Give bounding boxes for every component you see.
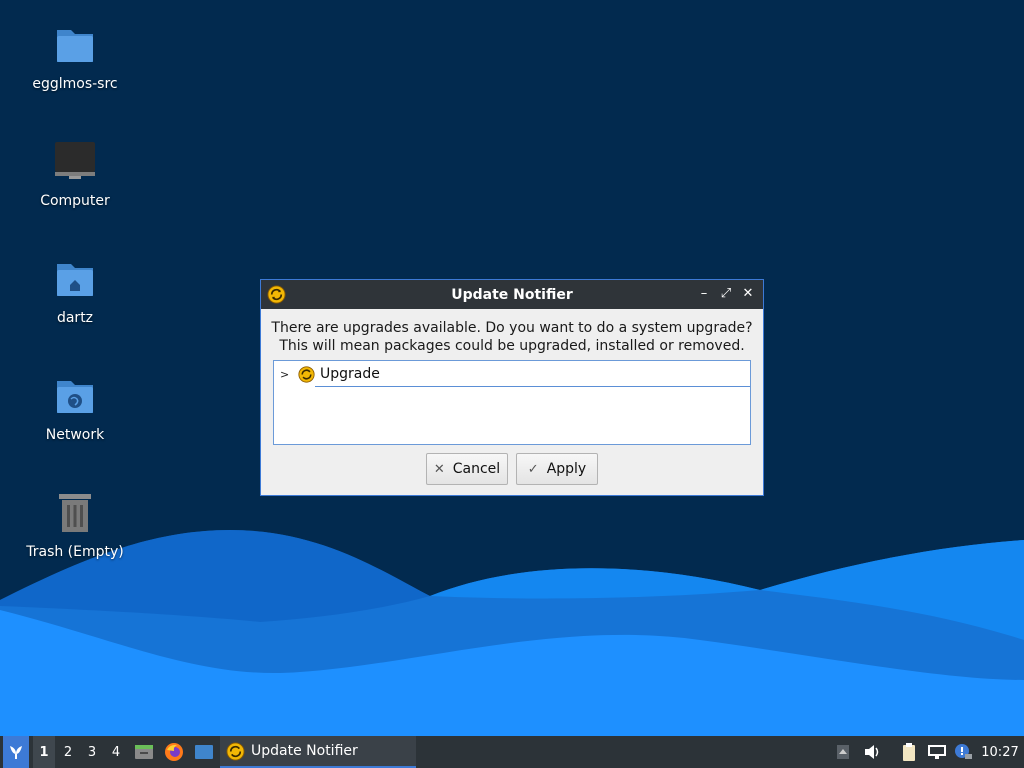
network-folder-icon bbox=[51, 373, 99, 421]
update-notifier-icon bbox=[267, 285, 286, 304]
task-label: Update Notifier bbox=[251, 743, 358, 759]
desktop-icon-dartz[interactable]: dartz bbox=[15, 256, 135, 326]
message-line-1: There are upgrades available. Do you wan… bbox=[271, 320, 753, 336]
computer-icon bbox=[51, 139, 99, 187]
desktop-icon-label: Network bbox=[45, 427, 105, 443]
home-folder-icon bbox=[51, 256, 99, 304]
tree-item-upgrade[interactable]: > Upgrade bbox=[274, 361, 750, 387]
start-menu-icon bbox=[10, 746, 22, 759]
taskbar: 1 2 3 4 Update Notifier 10:27 bbox=[0, 736, 1024, 768]
desktop-icon-trash[interactable]: Trash (Empty) bbox=[15, 490, 135, 560]
upgrade-tree-view[interactable]: > Upgrade bbox=[273, 360, 751, 445]
volume-icon bbox=[865, 745, 879, 759]
desktop-icon-label: Computer bbox=[40, 193, 110, 209]
firefox-launcher[interactable] bbox=[162, 736, 186, 768]
dialog-titlebar[interactable]: Update Notifier – ⤢ ✕ bbox=[261, 280, 763, 309]
tree-item-label: Upgrade bbox=[320, 366, 380, 382]
message-line-2: This will mean packages could be upgrade… bbox=[279, 338, 745, 354]
folder-icon bbox=[51, 22, 99, 70]
desktop-icon-label: egglmos-src bbox=[32, 76, 118, 92]
volume-button[interactable] bbox=[861, 736, 883, 768]
chevron-right-icon[interactable]: > bbox=[280, 368, 294, 381]
dialog-title: Update Notifier bbox=[451, 286, 573, 303]
workspace-1[interactable]: 1 bbox=[33, 736, 55, 768]
start-menu-button[interactable] bbox=[3, 736, 29, 768]
desktop-icon-label: Trash (Empty) bbox=[26, 544, 124, 560]
trash-icon bbox=[51, 490, 99, 538]
network-wired-icon bbox=[928, 745, 946, 759]
clock[interactable]: 10:27 bbox=[978, 736, 1022, 768]
update-notifier-icon bbox=[226, 741, 245, 761]
firefox-icon bbox=[165, 743, 183, 761]
apply-button[interactable]: ✓ Apply bbox=[516, 453, 598, 485]
update-notifier-icon bbox=[298, 365, 315, 383]
maximize-icon[interactable]: ⤢ bbox=[717, 285, 735, 303]
minimize-icon[interactable]: – bbox=[695, 285, 713, 303]
desktop-icon bbox=[195, 745, 213, 759]
close-icon[interactable]: ✕ bbox=[739, 285, 757, 303]
clipboard-icon bbox=[903, 743, 915, 761]
cancel-button[interactable]: ✕ Cancel bbox=[426, 453, 508, 485]
workspace-2[interactable]: 2 bbox=[57, 736, 79, 768]
file-manager-icon bbox=[135, 745, 153, 759]
desktop-icon-label: dartz bbox=[56, 310, 94, 326]
selection-underline bbox=[315, 386, 750, 387]
desktop-icon-computer[interactable]: Computer bbox=[15, 139, 135, 209]
checkmark-icon: ✓ bbox=[527, 461, 539, 477]
cancel-button-label: Cancel bbox=[452, 461, 501, 477]
workspace-4[interactable]: 4 bbox=[105, 736, 127, 768]
close-icon: ✕ bbox=[433, 461, 445, 477]
tray-arrow-button[interactable] bbox=[834, 736, 852, 768]
update-indicator[interactable] bbox=[952, 736, 974, 768]
file-manager-launcher[interactable] bbox=[132, 736, 156, 768]
apply-button-label: Apply bbox=[546, 461, 587, 477]
clipboard-button[interactable] bbox=[898, 736, 920, 768]
update-alert-icon bbox=[955, 744, 972, 759]
dialog-message: There are upgrades available. Do you wan… bbox=[261, 319, 763, 355]
network-button[interactable] bbox=[926, 736, 948, 768]
taskbar-task-update-notifier[interactable]: Update Notifier bbox=[220, 736, 416, 768]
chevron-up-icon bbox=[837, 745, 849, 759]
show-desktop-launcher[interactable] bbox=[192, 736, 216, 768]
workspace-3[interactable]: 3 bbox=[81, 736, 103, 768]
update-notifier-dialog: Update Notifier – ⤢ ✕ There are upgrades… bbox=[260, 279, 764, 496]
desktop-icon-egglmos-src[interactable]: egglmos-src bbox=[15, 22, 135, 92]
desktop-icon-network[interactable]: Network bbox=[15, 373, 135, 443]
